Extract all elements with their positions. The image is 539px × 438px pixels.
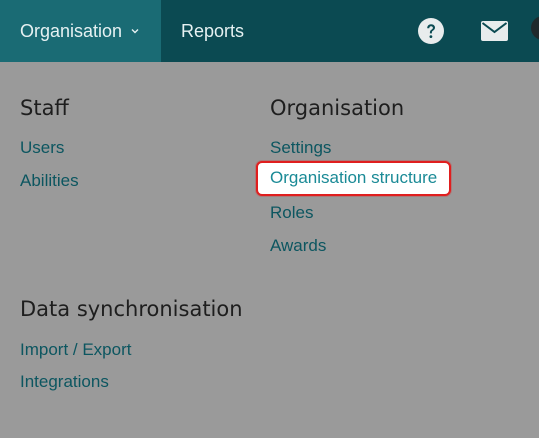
menu-item-awards[interactable]: Awards xyxy=(270,236,326,256)
menu-item-roles[interactable]: Roles xyxy=(270,203,313,223)
menu-item-users[interactable]: Users xyxy=(20,138,64,158)
nav-organisation-label: Organisation xyxy=(20,20,123,41)
mail-icon[interactable] xyxy=(481,21,508,41)
menu-item-integrations[interactable]: Integrations xyxy=(20,372,109,392)
menu-item-organisation-structure[interactable]: Organisation structure xyxy=(256,161,452,196)
chevron-down-icon xyxy=(131,29,139,34)
data-synchronisation-heading: Data synchronisation xyxy=(20,297,243,321)
menu-item-settings[interactable]: Settings xyxy=(270,138,331,158)
help-icon[interactable] xyxy=(418,18,444,44)
top-navigation-bar: Organisation Reports xyxy=(0,0,539,62)
nav-reports-label: Reports xyxy=(181,20,245,41)
organisation-heading: Organisation xyxy=(270,96,405,120)
menu-item-abilities[interactable]: Abilities xyxy=(20,171,79,191)
organisation-dropdown-menu: Staff Users Abilities Organisation Setti… xyxy=(0,62,539,438)
menu-item-import-export[interactable]: Import / Export xyxy=(20,340,131,360)
nav-reports[interactable]: Reports xyxy=(181,0,244,62)
staff-heading: Staff xyxy=(20,96,69,120)
nav-organisation-dropdown[interactable]: Organisation xyxy=(0,0,161,62)
avatar[interactable] xyxy=(531,16,539,40)
